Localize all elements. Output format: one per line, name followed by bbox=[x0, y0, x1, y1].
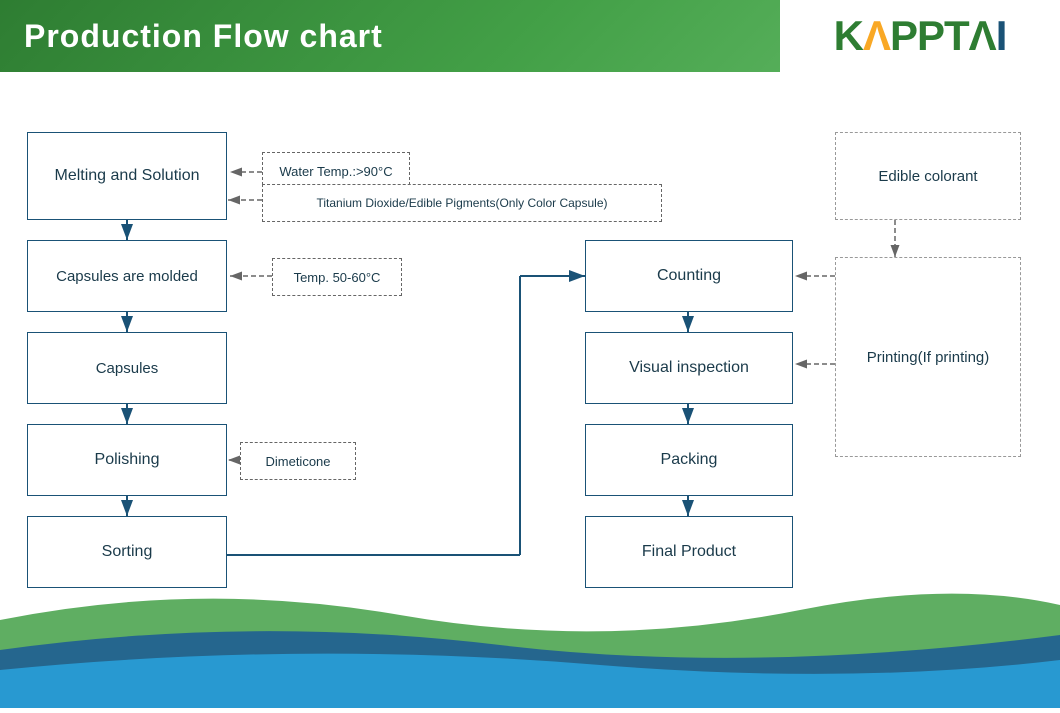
polishing-box: Polishing bbox=[27, 424, 227, 496]
page-title: Production Flow chart bbox=[24, 18, 383, 55]
temp-mold-box: Temp. 50-60°C bbox=[272, 258, 402, 296]
logo-area: KΛPPTΛI bbox=[780, 0, 1060, 72]
bottom-decoration bbox=[0, 560, 1060, 708]
titanium-box: Titanium Dioxide/Edible Pigments(Only Co… bbox=[262, 184, 662, 222]
capsules-box: Capsules bbox=[27, 332, 227, 404]
printing-box: Printing(If printing) bbox=[835, 257, 1021, 457]
melting-box: Melting and Solution bbox=[27, 132, 227, 220]
packing-box: Packing bbox=[585, 424, 793, 496]
dimeticone-box: Dimeticone bbox=[240, 442, 356, 480]
visual-inspection-box: Visual inspection bbox=[585, 332, 793, 404]
logo: KΛPPTΛI bbox=[834, 12, 1007, 60]
main-content: Melting and Solution Capsules are molded… bbox=[0, 72, 1060, 708]
capsules-molded-box: Capsules are molded bbox=[27, 240, 227, 312]
counting-box: Counting bbox=[585, 240, 793, 312]
header: Production Flow chart KΛPPTΛI bbox=[0, 0, 1060, 72]
edible-colorant-box: Edible colorant bbox=[835, 132, 1021, 220]
